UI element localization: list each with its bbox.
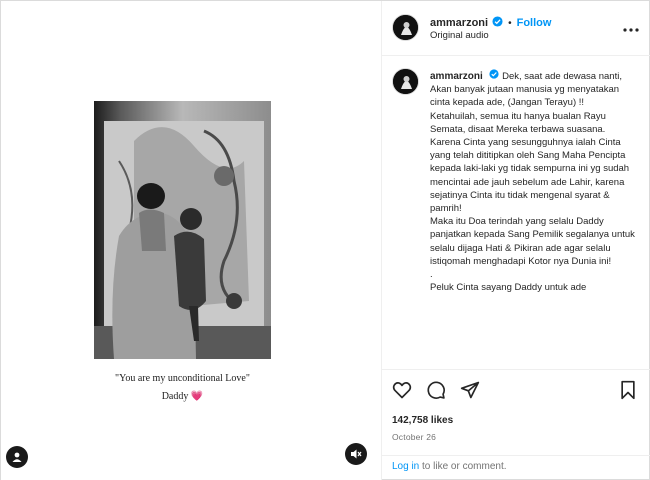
audio-link[interactable]: Original audio [430, 30, 489, 41]
comment-line: Ketahuilah, semua itu hanya bualan Rayu … [430, 110, 606, 135]
post-header: ammarzoni • Follow Original audio [382, 1, 650, 56]
heart-icon[interactable] [392, 380, 412, 405]
follow-button[interactable]: Follow [517, 17, 552, 29]
comment-icon[interactable] [426, 380, 446, 405]
avatar[interactable] [392, 68, 419, 95]
photo-caption-signature: Daddy 💗 [94, 391, 271, 402]
post-actions: 142,758 likes October 26 Log in to like … [382, 369, 650, 479]
comment-username[interactable]: ammarzoni [430, 71, 483, 82]
more-icon[interactable] [623, 19, 639, 37]
share-icon[interactable] [460, 380, 480, 405]
signature-text: Daddy [161, 391, 189, 402]
caption-comment: ammarzoni Dek, saat ade dewasa nanti, Ak… [382, 57, 650, 367]
post-frame: "You are my unconditional Love" Daddy 💗 … [0, 0, 650, 480]
mute-icon[interactable] [345, 443, 367, 465]
comment-line: Peluk Cinta sayang Daddy untuk ade [430, 282, 587, 294]
user-tag-icon[interactable] [6, 446, 28, 468]
like-count[interactable]: 142,758 likes [392, 415, 453, 426]
verified-icon [492, 14, 503, 32]
comment-body: ammarzoni Dek, saat ade dewasa nanti, Ak… [430, 69, 638, 294]
avatar[interactable] [392, 14, 419, 41]
comment-line: Karena Cinta yang sesungguhnya ialah Cin… [430, 137, 630, 215]
post-date[interactable]: October 26 [392, 432, 436, 442]
separator-dot: • [508, 17, 512, 29]
login-link[interactable]: Log in [392, 461, 419, 472]
login-prompt: Log in to like or comment. [382, 455, 650, 480]
comment-line: Maka itu Doa terindah yang selalu Daddy … [430, 216, 635, 267]
post-photo [94, 101, 271, 359]
action-icons [392, 380, 480, 405]
photo-caption-quote: "You are my unconditional Love" [115, 373, 250, 384]
header-username[interactable]: ammarzoni [430, 17, 488, 29]
comment-line: ammarzoni Dek, saat ade dewasa nanti, Ak… [430, 69, 638, 110]
bookmark-icon[interactable] [619, 380, 637, 405]
verified-icon [489, 69, 500, 83]
heart-emoji: 💗 [190, 391, 204, 402]
comment-line: . [430, 269, 433, 281]
post-media[interactable]: "You are my unconditional Love" Daddy 💗 [1, 1, 381, 480]
post-details-panel: ammarzoni • Follow Original audio ammarz… [381, 1, 650, 480]
login-text: to like or comment. [419, 461, 507, 472]
